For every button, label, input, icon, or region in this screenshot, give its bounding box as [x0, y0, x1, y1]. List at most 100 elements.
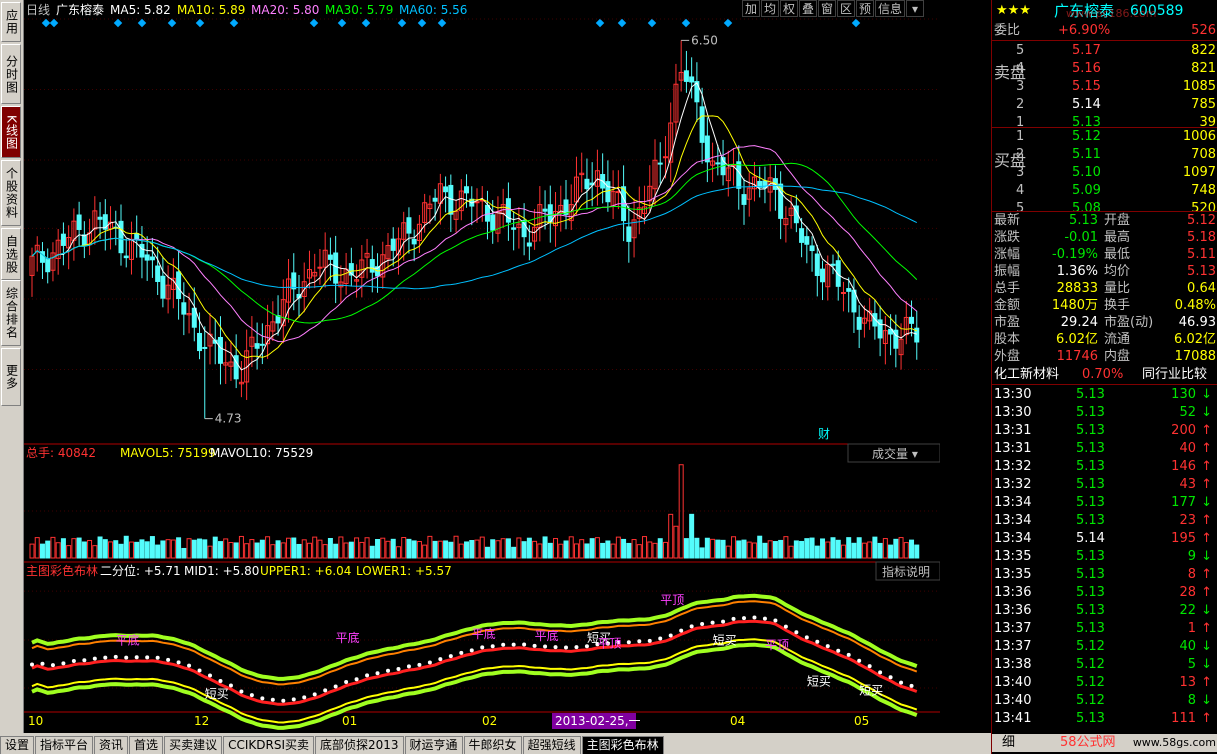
period-label: 日线	[26, 3, 50, 17]
sell-level: 4	[1016, 61, 1025, 76]
indicator-tab-9[interactable]: 超强短线	[522, 736, 581, 754]
mid-dot	[574, 645, 579, 650]
mavol5-label: MAVOL5: 75199	[120, 446, 216, 460]
toolbar-btn-7[interactable]: 信息	[875, 0, 905, 17]
volume-bar	[699, 547, 705, 559]
mid-dot	[564, 645, 568, 650]
toolbar-btn-4[interactable]: 窗	[818, 0, 836, 17]
indicator-tab-2[interactable]: 资讯	[94, 736, 129, 754]
volume-bar	[689, 513, 695, 559]
mid-dot	[522, 642, 527, 647]
toolbar-btn-0[interactable]: 加	[742, 0, 760, 17]
sell-volume: 821	[1191, 61, 1216, 76]
indicator-tab-3[interactable]: 首选	[129, 736, 164, 754]
volume-bar	[160, 540, 166, 559]
chart-toolbar: 加均权叠窗区预信息 ▾	[742, 0, 925, 18]
mid-dot	[103, 655, 108, 660]
volume-bar	[511, 546, 517, 559]
volume-bar	[202, 539, 208, 559]
right-bottom-row: 细 58公式网 www.58gs.com	[992, 734, 1217, 752]
mid-dot	[323, 688, 328, 693]
candle-body	[291, 272, 297, 290]
ma-label-3: MA30: 5.79	[325, 3, 393, 17]
candle-body	[81, 234, 87, 247]
indicator-tab-8[interactable]: 牛郎织女	[463, 736, 522, 754]
sell-row-0: 5 5.17 822	[992, 42, 1217, 60]
candle-body	[511, 227, 517, 230]
buy-volume: 708	[1191, 147, 1216, 162]
toolbar-btn-6[interactable]: 预	[856, 0, 874, 17]
stat-label-left: 金额	[994, 298, 1021, 313]
volume-bar	[102, 539, 108, 559]
sell-level: 3	[1016, 79, 1025, 94]
indicator-tab-0[interactable]: 设置	[0, 736, 35, 754]
sidebar-tab-3[interactable]: 个股资料	[1, 160, 21, 226]
tick-price: 5.12	[1076, 639, 1105, 654]
mid-dot	[878, 670, 883, 675]
mid-dot	[783, 624, 788, 629]
sidebar-tab-5[interactable]: 综合排名	[1, 280, 21, 346]
tick-volume: 177	[1171, 495, 1196, 510]
toolbar-btn-2[interactable]: 权	[780, 0, 798, 17]
kline-chart-area[interactable]: 日线 广东榕泰 MA5: 5.82 MA10: 5.89 MA20: 5.80 MA30:…	[24, 0, 940, 740]
toolbar-btn-5[interactable]: 区	[837, 0, 855, 17]
industry-name: 化工新材料	[994, 367, 1060, 382]
toolbar-btn-1[interactable]: 均	[761, 0, 779, 17]
candle-body	[134, 233, 140, 240]
mid-dot	[30, 662, 34, 667]
sell-row-1: 4 5.16 821	[992, 60, 1217, 78]
stat-label-right: 市盈(动)	[1104, 315, 1154, 330]
sidebar-tab-2[interactable]: K线图	[1, 106, 21, 158]
candle-body	[254, 343, 260, 349]
candle-body	[715, 162, 721, 165]
mid-dot	[344, 680, 349, 685]
signal-label-0: 平底	[116, 633, 140, 648]
volume-bar	[757, 535, 763, 559]
tick-row-4: 13:32 5.13 146 ↑	[992, 458, 1217, 476]
arrow-up-icon: ↑	[1201, 585, 1212, 600]
high-price-label: 6.50	[691, 33, 718, 47]
arrow-down-icon: ↓	[1201, 387, 1212, 402]
sell-volume: 785	[1191, 97, 1216, 112]
stat-value-right: 0.48%	[1174, 298, 1216, 313]
toolbar-btn-8[interactable]: ▾	[906, 0, 924, 17]
volume-bar	[741, 539, 747, 559]
toolbar-btn-3[interactable]: 叠	[799, 0, 817, 17]
mid-dot	[710, 620, 715, 625]
quote-panel: ★★★ 广东榕泰 600589 www.pc186.com 委比 +6.90% 526 卖盘 5…	[991, 0, 1217, 754]
tick-price: 5.13	[1076, 513, 1105, 528]
buy-level: 1	[1016, 129, 1025, 144]
indicator-tab-10[interactable]: 主图彩色布林	[581, 736, 664, 754]
indicator-tab-1[interactable]: 指标平台	[35, 736, 94, 754]
mid-dot	[794, 630, 799, 635]
volume-bar	[81, 541, 87, 559]
stat-value-right: 46.93	[1178, 315, 1216, 330]
candle-body	[432, 197, 438, 202]
indicator-tab-6[interactable]: 底部侦探2013	[314, 736, 404, 754]
sell-row-2: 3 5.15 1085	[992, 78, 1217, 96]
tick-row-0: 13:30 5.13 130 ↓	[992, 386, 1217, 404]
indicator-tab-4[interactable]: 买卖建议	[164, 736, 223, 754]
mid-dot	[260, 696, 265, 701]
stock-name-label: 广东榕泰	[56, 2, 104, 17]
sidebar-tab-4[interactable]: 自选股	[1, 228, 21, 280]
sidebar-tab-1[interactable]: 分时图	[1, 44, 21, 104]
tick-time: 13:34	[994, 513, 1032, 528]
volume-bar	[772, 541, 778, 559]
sidebar-tab-0[interactable]: 应用	[1, 2, 21, 42]
volume-bar	[909, 539, 915, 559]
tick-row-13: 13:37 5.13 1 ↑	[992, 620, 1217, 638]
chart-bg	[24, 0, 940, 733]
volume-bar	[390, 538, 396, 559]
tick-row-16: 13:40 5.12 13 ↑	[992, 674, 1217, 692]
kline-chart-svg[interactable]: 日线 广东榕泰 MA5: 5.82 MA10: 5.89 MA20: 5.80 MA30:…	[24, 0, 940, 740]
indicator-tab-7[interactable]: 财运亨通	[404, 736, 463, 754]
sidebar-tab-6[interactable]: 更多	[1, 348, 21, 406]
mid-dot	[386, 668, 390, 673]
arrow-down-icon: ↓	[1201, 405, 1212, 420]
volume-bar	[60, 538, 66, 559]
candle-body	[657, 162, 663, 165]
indicator-tab-5[interactable]: CCIKDRSI买卖	[223, 736, 314, 754]
ma-label-4: MA60: 5.56	[399, 3, 467, 17]
buy-volume: 1006	[1182, 129, 1216, 144]
